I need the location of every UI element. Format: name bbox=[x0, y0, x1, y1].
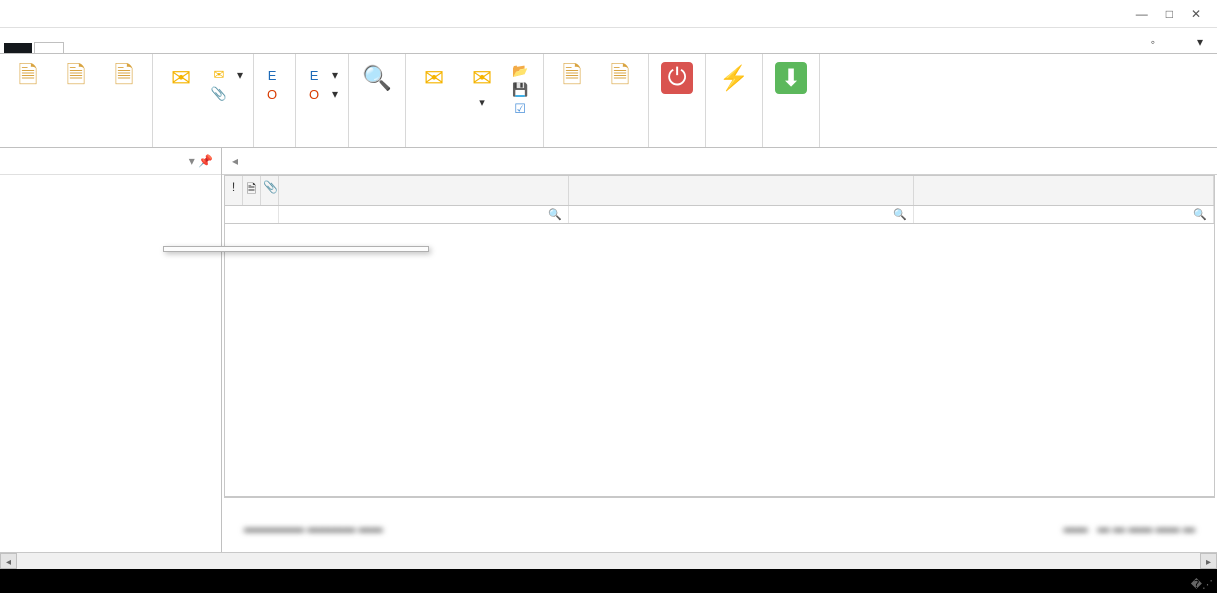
group-activate-label bbox=[712, 145, 756, 147]
refresh-button[interactable]: 🗎 bbox=[102, 60, 146, 98]
save-snapshot-button[interactable]: 🗎 bbox=[550, 60, 594, 98]
select-all-button[interactable]: ☑ bbox=[508, 100, 537, 118]
col-from[interactable] bbox=[279, 176, 569, 205]
activate-license-button[interactable]: ⚡ bbox=[712, 60, 756, 98]
preview-from: ▬▬▬▬▬ ▬▬▬▬ ▬▬ bbox=[244, 521, 383, 535]
office365-mailboxes-button[interactable]: O bbox=[260, 85, 289, 103]
col-attachment-icon[interactable]: 📎 bbox=[261, 176, 279, 205]
grid-body[interactable] bbox=[225, 224, 1214, 496]
group-export-all-label bbox=[260, 145, 289, 147]
folder-tree[interactable] bbox=[0, 175, 221, 566]
scroll-right-button[interactable]: ▸ bbox=[1200, 553, 1217, 569]
all-attachments-button[interactable]: 📎 bbox=[207, 85, 247, 103]
resize-grip-icon[interactable]: �⋰ bbox=[1191, 578, 1213, 591]
grid-header: ! 🗎 📎 bbox=[225, 176, 1214, 206]
preview-pane: ▬▬▬▬▬ ▬▬▬▬ ▬▬ ▬▬ ▬ ▬ ▬▬ ▬▬ ▬ bbox=[224, 497, 1215, 557]
col-type-icon[interactable]: 🗎 bbox=[243, 176, 261, 205]
buy-now-button[interactable]: ⬇ bbox=[769, 60, 813, 98]
search-icon[interactable]: 🔍 bbox=[1193, 208, 1207, 221]
live-exchange-mailboxes-button[interactable]: E bbox=[260, 66, 289, 84]
search-button[interactable]: 🔍 bbox=[355, 60, 399, 98]
minimize-button[interactable]: — bbox=[1136, 7, 1148, 21]
close-window-button[interactable]: ✕ bbox=[1191, 7, 1201, 21]
exit-button[interactable]: ⏻ bbox=[655, 60, 699, 98]
add-pst-files-button[interactable]: 🗎 bbox=[6, 60, 50, 98]
about-link[interactable]: ◦ bbox=[1151, 35, 1155, 49]
live-exchange-server-button[interactable]: E ▾ bbox=[302, 66, 342, 84]
col-date[interactable] bbox=[914, 176, 1214, 205]
group-list-item-actions-label bbox=[412, 145, 537, 147]
group-buy-now-label bbox=[769, 145, 813, 147]
office365-button[interactable]: O ▾ bbox=[302, 85, 342, 103]
save-items-button[interactable]: ✉ ▾ bbox=[460, 60, 504, 112]
group-recovery-snapshots-label bbox=[550, 145, 642, 147]
filter-row: 🔍 🔍 🔍 bbox=[225, 206, 1214, 224]
mail-grid: ! 🗎 📎 🔍 🔍 🔍 bbox=[224, 175, 1215, 497]
group-exit-label bbox=[655, 145, 699, 147]
main-area: ▾ 📌 ◂ ! 🗎 📎 🔍 🔍 🔍 ▬▬▬▬▬ ▬▬▬▬ ▬▬ ▬ bbox=[0, 148, 1217, 566]
context-menu[interactable] bbox=[163, 246, 429, 252]
msg-eml-button[interactable]: ✉ ▾ bbox=[207, 66, 247, 84]
title-bar: — □ ✕ bbox=[0, 0, 1217, 28]
group-save-all-label bbox=[159, 145, 247, 147]
tab-row: ◦ ▾ bbox=[0, 28, 1217, 54]
folder-list-pin-icon[interactable]: ▾ 📌 bbox=[189, 154, 213, 168]
group-tools-label bbox=[355, 145, 399, 147]
style-link[interactable]: ▾ bbox=[1197, 35, 1203, 49]
tab-outlook-pst-repair[interactable] bbox=[34, 42, 64, 53]
scroll-left-button[interactable]: ◂ bbox=[0, 553, 17, 569]
open-button[interactable]: 📂 bbox=[508, 62, 537, 80]
load-snapshot-button[interactable]: 🗎 bbox=[598, 60, 642, 98]
search-icon[interactable]: 🔍 bbox=[893, 208, 907, 221]
col-importance-icon[interactable]: ! bbox=[225, 176, 243, 205]
folder-list-pane: ▾ 📌 bbox=[0, 148, 222, 566]
horizontal-scrollbar[interactable]: ◂ ▸ bbox=[0, 552, 1217, 569]
search-icon[interactable]: 🔍 bbox=[548, 208, 562, 221]
save-attachments-button[interactable]: 💾 bbox=[508, 81, 537, 99]
outlook-pst-button[interactable]: ✉ bbox=[159, 60, 203, 98]
export-in-pst-button[interactable]: ✉ bbox=[412, 60, 456, 98]
status-bar: �⋰ bbox=[0, 569, 1217, 593]
content-pane: ◂ ! 🗎 📎 🔍 🔍 🔍 ▬▬▬▬▬ ▬▬▬▬ ▬▬ ▬▬ ▬ ▬ ▬▬ ▬▬… bbox=[222, 148, 1217, 566]
ribbon: 🗎 🗎 🗎 ✉ ✉ ▾ 📎 E O E ▾ O ▾ bbox=[0, 54, 1217, 148]
close-pst-files-button[interactable]: 🗎 bbox=[54, 60, 98, 98]
group-actions-label bbox=[6, 145, 146, 147]
tab-file[interactable] bbox=[4, 43, 32, 53]
maximize-button[interactable]: □ bbox=[1166, 7, 1173, 21]
preview-date: ▬▬ ▬ ▬ ▬▬ ▬▬ ▬ bbox=[1064, 521, 1195, 535]
col-subject[interactable] bbox=[569, 176, 914, 205]
group-export-selected-label bbox=[302, 145, 342, 147]
